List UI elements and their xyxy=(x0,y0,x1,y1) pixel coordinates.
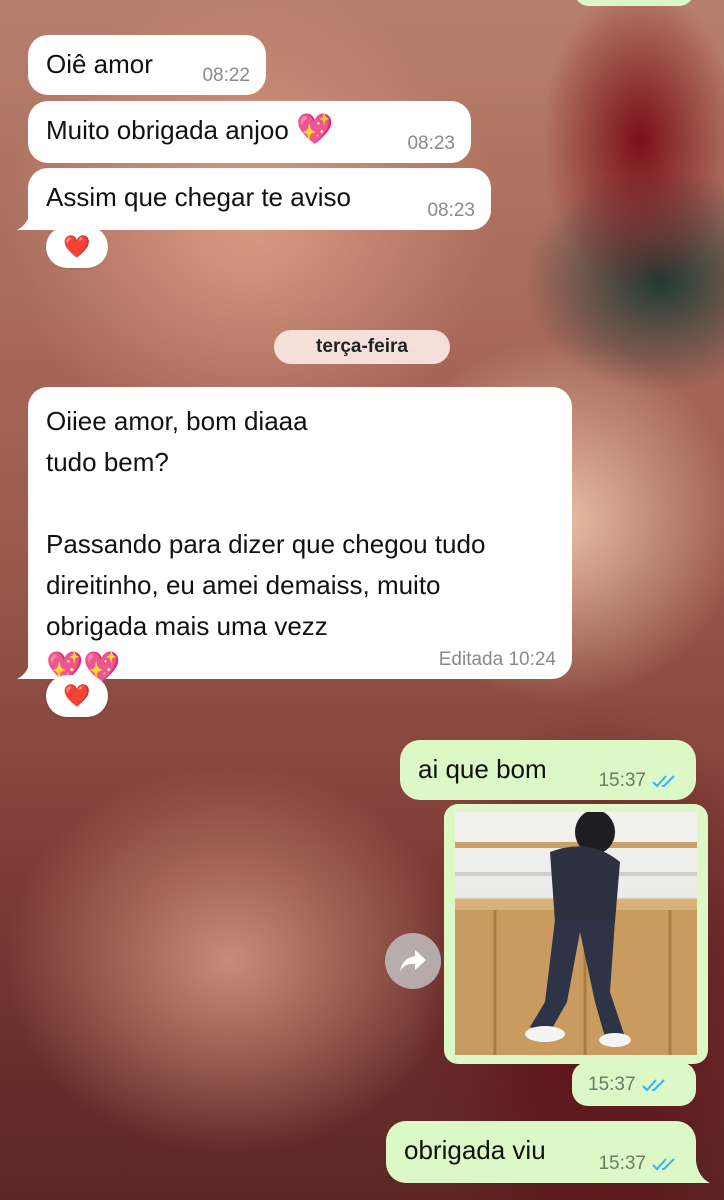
double-check-icon xyxy=(641,1079,665,1092)
bubble-tail xyxy=(688,1161,710,1183)
message-text: ai que bom xyxy=(418,754,547,784)
message-bubble-incoming[interactable]: Muito obrigada anjoo 💖 08:23 xyxy=(28,101,471,163)
message-bubble-outgoing[interactable]: obrigada viu 15:37 xyxy=(386,1121,696,1183)
message-time: 08:23 xyxy=(427,200,475,221)
message-text: Muito obrigada anjoo 💖 xyxy=(46,112,334,147)
bubble-tail xyxy=(17,657,39,679)
double-check-icon xyxy=(652,1158,675,1171)
message-time: 15:37 xyxy=(598,770,680,792)
sparkling-heart-emoji: 💖 xyxy=(296,112,334,147)
message-time: 08:22 xyxy=(202,65,250,86)
sticker-illustration xyxy=(455,812,697,1055)
message-time: 15:37 xyxy=(598,1153,680,1175)
date-separator: terça-feira xyxy=(274,330,450,364)
sparkling-heart-emoji: 💖💖 xyxy=(46,650,121,685)
message-text: obrigada viu xyxy=(404,1135,546,1165)
sticker-image[interactable] xyxy=(455,812,697,1055)
message-line: Oiiee amor, bom diaaa xyxy=(46,406,308,436)
bubble-tail xyxy=(17,208,39,230)
clipped-outgoing-bubble[interactable] xyxy=(574,0,694,6)
message-bubble-incoming[interactable]: Assim que chegar te aviso 08:23 xyxy=(28,168,491,230)
heart-icon: ❤️ xyxy=(63,234,91,259)
message-time-overlay: 15:37 xyxy=(588,1074,670,1096)
message-line: Passando para dizer que chegou tudo xyxy=(46,529,486,559)
message-bubble-incoming[interactable]: Oiê amor 08:22 xyxy=(28,35,266,95)
message-text: Oiê amor xyxy=(46,49,153,79)
message-line: tudo bem? xyxy=(46,447,169,477)
heart-icon: ❤️ xyxy=(63,683,91,708)
message-time: 08:23 xyxy=(407,133,455,154)
message-time: Editada 10:24 xyxy=(438,649,556,670)
reaction-badge[interactable]: ❤️ xyxy=(46,226,108,268)
message-text: Oiiee amor, bom diaaa tudo bem? Passando… xyxy=(46,401,485,688)
message-bubble-outgoing[interactable]: ai que bom 15:37 xyxy=(400,740,696,800)
double-check-icon xyxy=(652,775,675,788)
message-line: direitinho, eu amei demaiss, muito xyxy=(46,570,441,600)
message-line: obrigada mais uma vezz xyxy=(46,611,328,641)
message-text: Assim que chegar te aviso xyxy=(46,182,351,212)
message-bubble-incoming[interactable]: Oiiee amor, bom diaaa tudo bem? Passando… xyxy=(28,387,572,685)
forward-icon xyxy=(400,950,426,972)
forward-button[interactable] xyxy=(385,933,441,989)
reaction-badge[interactable]: ❤️ xyxy=(46,675,108,717)
